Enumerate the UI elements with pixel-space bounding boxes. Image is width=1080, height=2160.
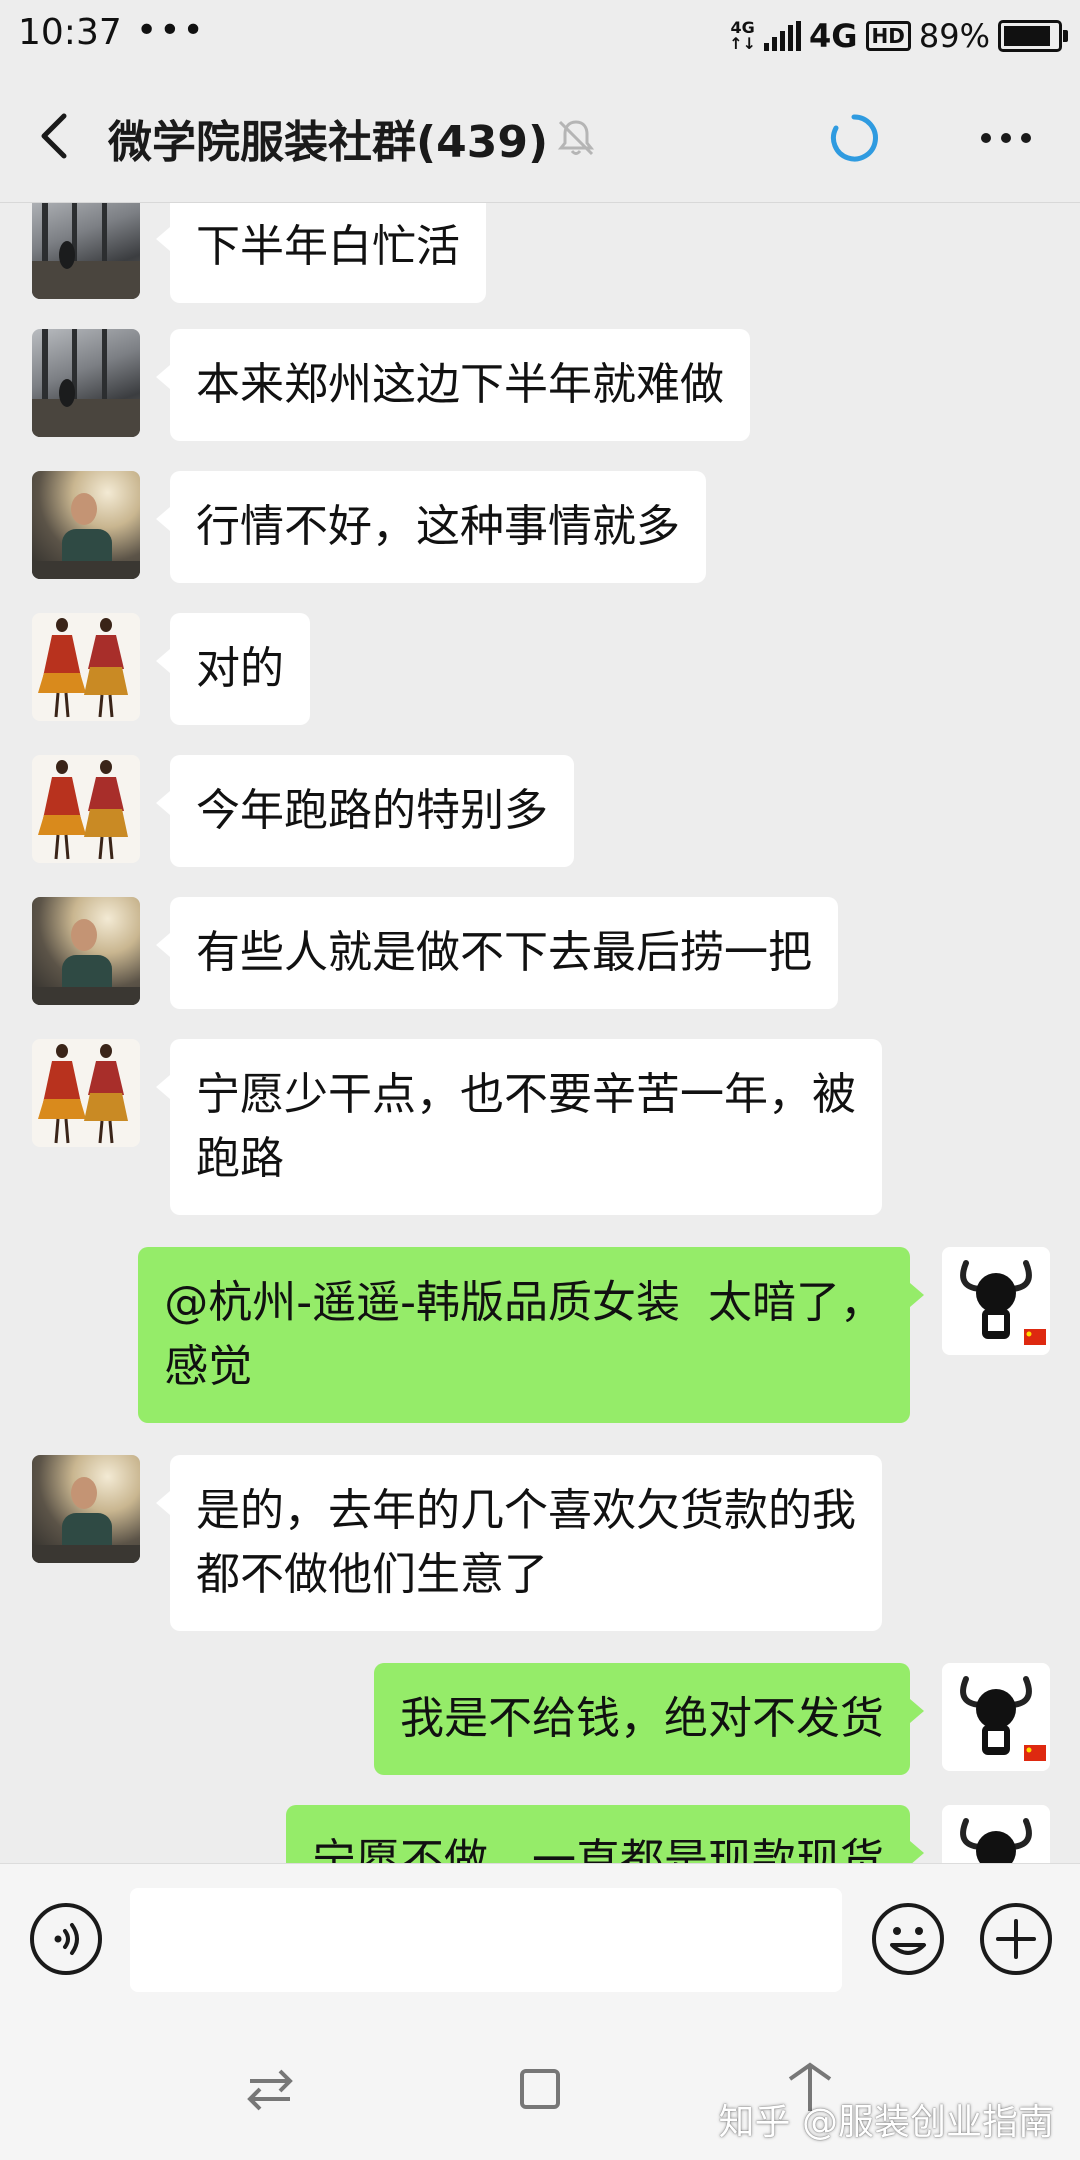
battery-icon [998, 20, 1068, 52]
status-bar: 10:37 ••• 4G ↑↓ 4G HD 89% [0, 0, 1080, 72]
hd-icon: HD [865, 21, 911, 51]
plus-circle-icon [980, 1903, 1052, 1975]
message-bubble[interactable]: 对的 [156, 613, 310, 725]
more-options-button[interactable] [966, 112, 1046, 164]
avatar-fashion-illustration[interactable] [32, 613, 140, 721]
voice-input-button[interactable] [28, 1901, 104, 1977]
more-dots-icon [981, 133, 1031, 143]
status-time: 10:37 [18, 12, 122, 53]
chevron-left-icon [41, 113, 67, 159]
system-nav-bar: 知乎 @服装创业指南 [0, 2013, 1080, 2160]
message-bubble[interactable]: @杭州-遥遥-韩版品质女装 太暗了， 感觉 [138, 1247, 924, 1423]
mute-bell-icon [554, 116, 598, 160]
recent-apps-button[interactable] [240, 2059, 300, 2119]
message-bubble[interactable]: 宁愿不做，一直都是现款现货 [286, 1805, 924, 1863]
chat-title: 微学院服装社群(439) [108, 117, 549, 168]
emoji-button[interactable] [870, 1901, 946, 1977]
watermark-text: 知乎 @服装创业指南 [718, 2102, 1054, 2143]
message-list[interactable]: 下半年白忙活 本来郑州这边下半年就难做 行情不好，这种事情就多 对的 今年跑路的… [0, 203, 1080, 1863]
avatar-cartoon-bull[interactable] [942, 1805, 1050, 1863]
avatar-man-photo[interactable] [32, 1455, 140, 1563]
chat-screen: 10:37 ••• 4G ↑↓ 4G HD 89% 微学院服装社群(439) 下… [0, 0, 1080, 2160]
message-bubble[interactable]: 本来郑州这边下半年就难做 [156, 329, 750, 441]
data-arrows-icon: ↑↓ [729, 34, 756, 53]
home-square-icon [520, 2069, 560, 2109]
message-bubble[interactable]: 行情不好，这种事情就多 [156, 471, 706, 583]
status-right-group: 4G ↑↓ 4G HD 89% [729, 12, 1068, 60]
avatar-man-photo[interactable] [32, 471, 140, 579]
voice-icon [30, 1903, 102, 1975]
battery-percent: 89% [918, 17, 990, 55]
message-bubble[interactable]: 是的，去年的几个喜欢欠货款的我 都不做他们生意了 [156, 1455, 882, 1631]
avatar-fashion-illustration[interactable] [32, 1039, 140, 1147]
status-notification-dots: ••• [136, 10, 206, 51]
mini-network-icon: 4G ↑↓ [729, 20, 756, 52]
switch-arrows-icon [247, 2069, 293, 2111]
message-bubble[interactable]: 有些人就是做不下去最后捞一把 [156, 897, 838, 1009]
home-button[interactable] [510, 2059, 570, 2119]
avatar-cartoon-bull[interactable] [942, 1663, 1050, 1771]
avatar-room-photo[interactable] [32, 203, 140, 299]
message-bubble[interactable]: 下半年白忙活 [156, 203, 486, 303]
smiley-icon [872, 1903, 944, 1975]
message-bubble[interactable]: 我是不给钱，绝对不发货 [374, 1663, 924, 1775]
message-text-input[interactable] [130, 1888, 842, 1992]
avatar-man-photo[interactable] [32, 897, 140, 1005]
chat-input-bar [0, 1863, 1080, 2014]
message-bubble[interactable]: 今年跑路的特别多 [156, 755, 574, 867]
loading-spinner-icon [828, 112, 880, 164]
signal-icon [764, 21, 801, 51]
battery-fill [1004, 26, 1050, 46]
message-bubble[interactable]: 宁愿少干点，也不要辛苦一年，被 跑路 [156, 1039, 882, 1215]
avatar-fashion-illustration[interactable] [32, 755, 140, 863]
network-type: 4G [809, 17, 858, 55]
more-functions-button[interactable] [978, 1901, 1054, 1977]
avatar-cartoon-bull[interactable] [942, 1247, 1050, 1355]
chat-header: 微学院服装社群(439) [0, 72, 1080, 203]
back-button[interactable] [26, 106, 86, 166]
avatar-room-photo[interactable] [32, 329, 140, 437]
